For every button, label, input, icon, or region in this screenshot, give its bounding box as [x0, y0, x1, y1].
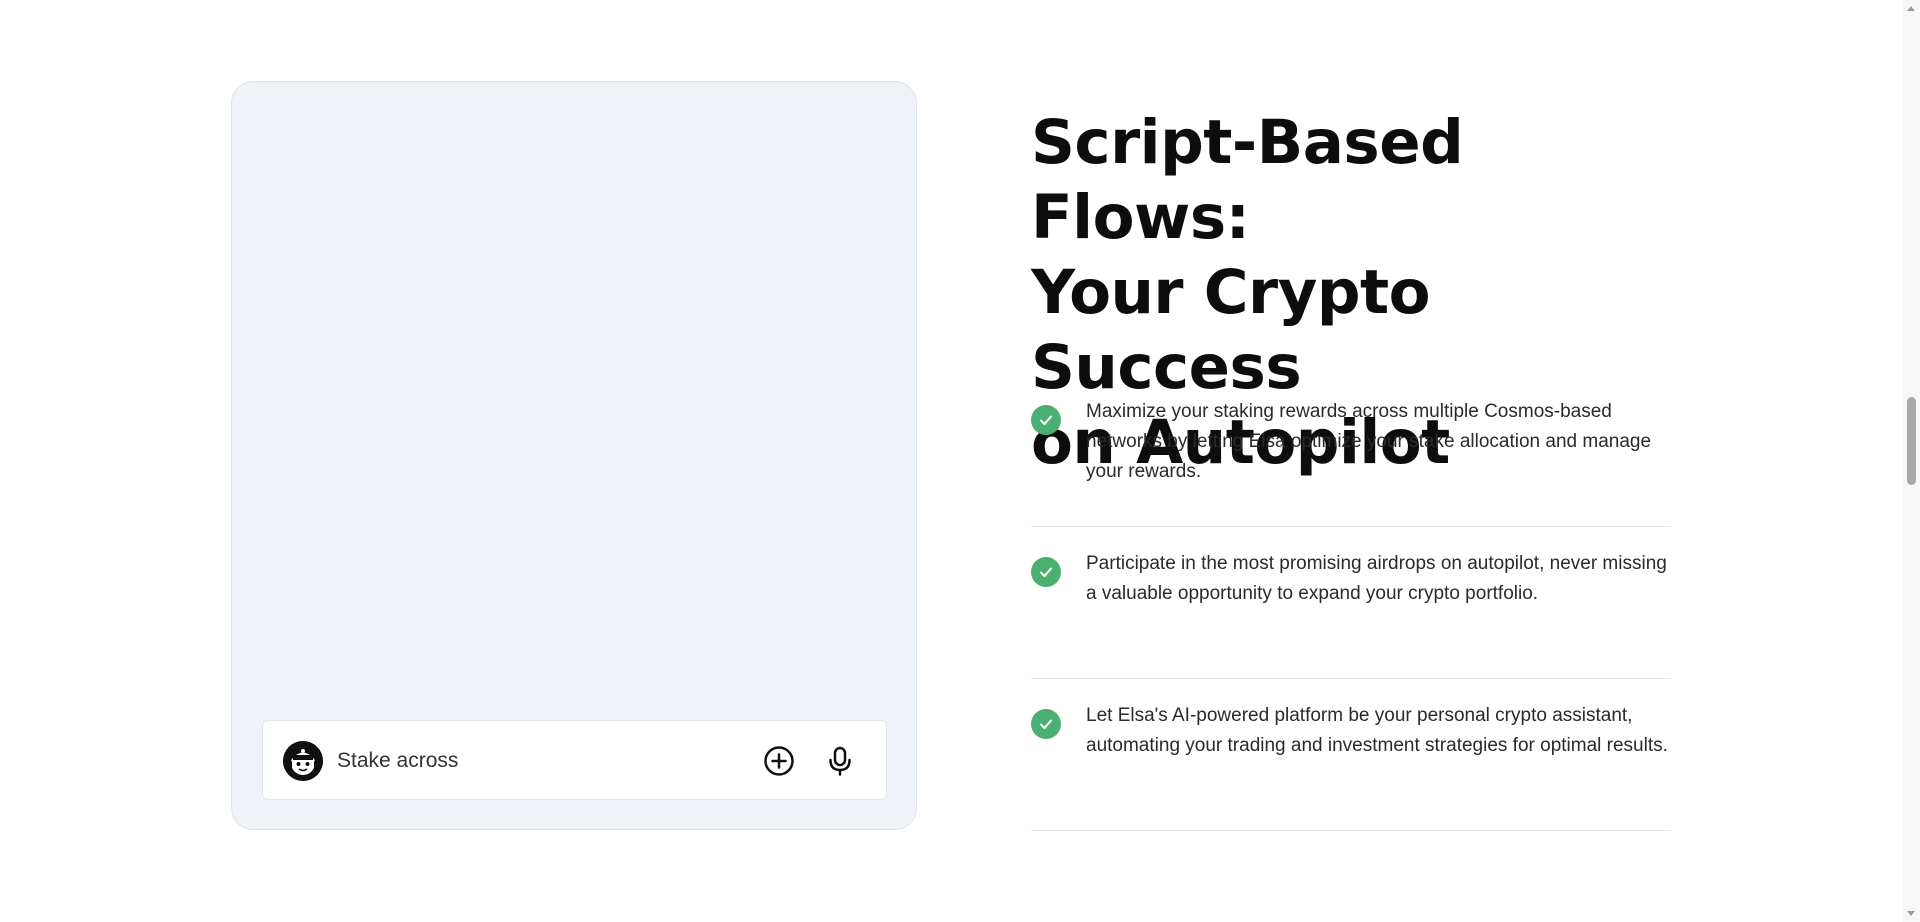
- headline-line-1: Script-Based Flows:: [1031, 107, 1464, 253]
- page: Script-Based Flows: Your Crypto Success …: [0, 0, 1920, 922]
- check-circle-icon: [1031, 557, 1061, 587]
- plus-circle-icon[interactable]: [761, 743, 797, 779]
- scroll-down-arrow-icon[interactable]: [1907, 911, 1915, 916]
- scrollbar[interactable]: [1903, 0, 1920, 922]
- check-circle-icon: [1031, 405, 1061, 435]
- feature-item: Participate in the most promising airdro…: [1031, 527, 1671, 679]
- chat-input-bar: [262, 720, 887, 800]
- feature-item: Let Elsa's AI-powered platform be your p…: [1031, 679, 1671, 831]
- scroll-thumb[interactable]: [1907, 397, 1916, 485]
- feature-list: Maximize your staking rewards across mul…: [1031, 375, 1671, 831]
- demo-card: [231, 81, 917, 830]
- microphone-icon[interactable]: [822, 743, 858, 779]
- chat-input[interactable]: [337, 745, 717, 777]
- feature-item: Maximize your staking rewards across mul…: [1031, 375, 1671, 527]
- feature-text: Maximize your staking rewards across mul…: [1086, 401, 1652, 482]
- scroll-up-arrow-icon[interactable]: [1907, 6, 1915, 11]
- robot-avatar-icon: [283, 741, 323, 781]
- check-circle-icon: [1031, 709, 1061, 739]
- feature-text: Participate in the most promising airdro…: [1086, 553, 1667, 604]
- feature-text: Let Elsa's AI-powered platform be your p…: [1086, 705, 1668, 756]
- feature-section: Script-Based Flows: Your Crypto Success …: [1031, 105, 1671, 831]
